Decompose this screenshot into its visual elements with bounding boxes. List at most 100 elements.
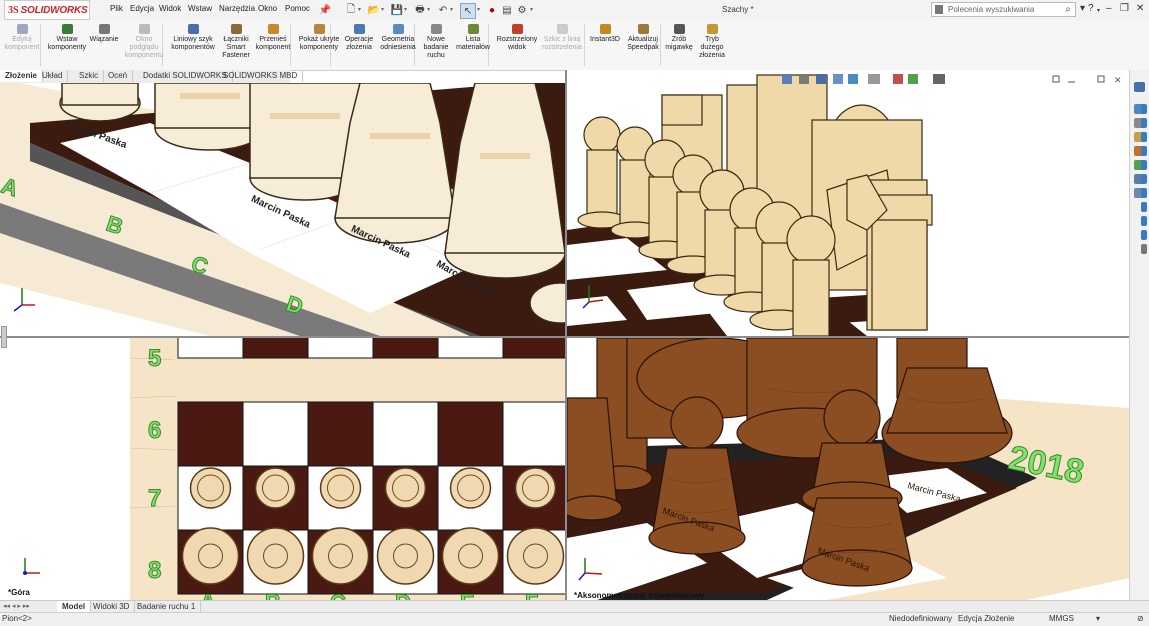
chess-piece-top[interactable] [254, 467, 297, 509]
chevron-down-icon[interactable]: ▾ [358, 6, 361, 13]
file-properties-icon[interactable]: ▤ [500, 3, 514, 17]
view-front-icon[interactable] [1141, 104, 1147, 114]
tab-command-5[interactable]: SOLIDWORKS MBD [218, 70, 304, 82]
view-bottom-icon[interactable] [1141, 174, 1147, 184]
chess-piece-top[interactable] [376, 527, 435, 585]
chess-piece-top[interactable] [181, 527, 240, 585]
restore-button[interactable]: ❐ [1120, 3, 1129, 14]
status-help-icon[interactable]: ⊘ [1137, 614, 1144, 623]
menu-item-5[interactable]: Okno [258, 4, 277, 13]
previous-view-icon[interactable] [816, 74, 826, 84]
menu-item-2[interactable]: Widok [159, 4, 181, 13]
ribbon-button-16[interactable]: Zrób migawkę [664, 24, 694, 52]
feature-manager-collapse-handle[interactable] [1, 326, 7, 348]
view-normal-to-icon[interactable] [1141, 202, 1147, 212]
chevron-down-icon[interactable]: ▾ [450, 6, 453, 13]
search-options-chevron-icon[interactable]: ▾ [1080, 3, 1085, 14]
ribbon-button-8[interactable]: Operacje złożenia [340, 24, 378, 52]
tab-bottom-0[interactable]: Model [57, 601, 92, 612]
chess-piece-top[interactable] [246, 527, 305, 585]
chevron-down-icon[interactable]: ▾ [477, 6, 480, 13]
chess-piece-top[interactable] [514, 467, 557, 509]
viewport-bottom-right[interactable]: 2018 Marcin Paska Marcin Paska Marcin Pa… [567, 338, 1129, 600]
zoom-fit-icon[interactable] [782, 74, 792, 84]
viewport-top-left[interactable]: A B C D Marcin Paska Marcin Paska Marcin… [0, 83, 565, 336]
view-right-icon[interactable] [1141, 146, 1147, 156]
chevron-down-icon[interactable]: ▾ [530, 6, 533, 13]
ribbon-button-12[interactable]: Rozstrzelony widok [494, 24, 540, 52]
view-settings-icon[interactable] [933, 74, 945, 84]
ribbon-button-15[interactable]: Aktualizuj Speedpak [624, 24, 662, 52]
viewport-top-right[interactable]: ✕ [567, 70, 1129, 336]
display-style-icon[interactable] [868, 74, 880, 84]
menu-item-4[interactable]: Narzędzia [219, 4, 255, 13]
status-units[interactable]: MMGS [1049, 614, 1074, 623]
chess-piece-top[interactable] [449, 467, 492, 509]
chess-piece-top[interactable] [441, 527, 500, 585]
units-chevron-icon[interactable]: ▾ [1096, 614, 1100, 623]
options-gear-icon[interactable]: ⚙ [515, 3, 529, 17]
chess-piece-top[interactable] [311, 527, 370, 585]
menu-item-3[interactable]: Wstaw [188, 4, 212, 13]
ribbon-button-6[interactable]: Przenieś komponent [252, 24, 294, 52]
task-pane-pin-icon[interactable] [1134, 82, 1145, 92]
view-orientation-icon[interactable] [848, 74, 858, 84]
menu-item-6[interactable]: Pomoc [285, 4, 310, 13]
menu-item-1[interactable]: Edycja [130, 4, 154, 13]
section-view-icon[interactable] [833, 74, 843, 84]
view-isometric-icon[interactable] [1141, 188, 1147, 198]
open-folder-icon[interactable]: 📂 [367, 3, 381, 17]
tab-command-1[interactable]: Układ [37, 70, 69, 82]
ribbon-button-9[interactable]: Geometria odniesienia [378, 24, 418, 52]
tab-command-2[interactable]: Szkic [74, 70, 105, 82]
minimize-button[interactable]: – [1106, 3, 1112, 14]
tab-command-3[interactable]: Oceń [103, 70, 134, 82]
ribbon-button-11[interactable]: Lista materiałów [454, 24, 492, 52]
tab-bottom-1[interactable]: Widoki 3D [88, 601, 136, 612]
appearance-icon[interactable] [908, 74, 918, 84]
viewport-splitter-horizontal[interactable] [0, 336, 1129, 338]
ribbon-button-7[interactable]: Pokaż ukryte komponenty [296, 24, 342, 52]
pin-icon[interactable]: 📌 [318, 3, 332, 17]
search-input[interactable]: Polecenia wyszukiwania ⌕ [931, 2, 1076, 17]
tab-scroll-arrows-icon[interactable]: ◂◂ ◂ ▸ ▸▸ [3, 602, 30, 610]
undo-icon[interactable]: ↶ [436, 3, 450, 17]
traffic-light-icon[interactable]: ● [485, 3, 499, 17]
menu-item-0[interactable]: Plik [110, 4, 123, 13]
view-back-icon[interactable] [1141, 118, 1147, 128]
view-trimetric-icon[interactable] [1141, 216, 1147, 226]
close-button[interactable]: ✕ [1136, 3, 1144, 14]
ribbon-button-13[interactable]: Szkic z linią rozstrzelenia [540, 24, 584, 52]
ribbon-button-4[interactable]: Liniowy szyk komponentów [168, 24, 218, 52]
link-view-icon[interactable] [1141, 244, 1147, 254]
search-scope-icon[interactable] [935, 5, 943, 14]
ribbon-button-2[interactable]: Wiązanie [88, 24, 120, 44]
ribbon-button-1[interactable]: Wstaw komponenty [46, 24, 88, 52]
ribbon-button-3[interactable]: Okno podglądu komponentu [122, 24, 166, 60]
viewport-splitter-vertical[interactable] [565, 70, 567, 600]
ribbon-button-10[interactable]: Nowe badanie ruchu [420, 24, 452, 60]
chess-piece-top[interactable] [506, 527, 565, 585]
viewport-bottom-left[interactable]: 5 6 7 8 A B C D E F *Góra [0, 338, 565, 600]
ribbon-button-5[interactable]: Łączniki Smart Fastener [220, 24, 252, 60]
help-chevron-icon[interactable]: ▾ [1097, 7, 1100, 14]
new-document-icon[interactable]: 🗋 [344, 3, 358, 17]
view-top-icon[interactable] [1141, 160, 1147, 170]
ribbon-button-0[interactable]: Edytuj komponent [2, 24, 42, 52]
chevron-down-icon[interactable]: ▾ [427, 6, 430, 13]
viewport-close-icon[interactable]: ✕ [1114, 75, 1122, 85]
hide-show-items-icon[interactable] [893, 74, 903, 84]
chevron-down-icon[interactable]: ▾ [381, 6, 384, 13]
chess-piece-top[interactable] [189, 467, 232, 509]
chess-piece-top[interactable] [384, 467, 427, 509]
zoom-area-icon[interactable] [799, 74, 809, 84]
view-left-icon[interactable] [1141, 132, 1147, 142]
select-cursor-icon[interactable]: ↖ [460, 3, 476, 19]
ribbon-button-14[interactable]: Instant3D [588, 24, 622, 44]
save-icon[interactable]: 💾 [390, 3, 404, 17]
view-dimetric-icon[interactable] [1141, 230, 1147, 240]
tab-bottom-2[interactable]: Badanie ruchu 1 [132, 601, 202, 612]
chevron-down-icon[interactable]: ▾ [404, 6, 407, 13]
help-button[interactable]: ? [1088, 3, 1094, 14]
ribbon-button-17[interactable]: Tryb dużego złożenia [694, 24, 730, 60]
